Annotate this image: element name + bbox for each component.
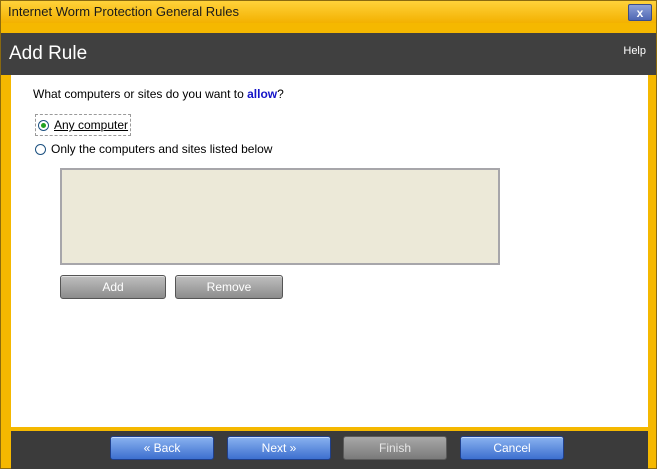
header-band: Add Rule Help <box>1 33 656 75</box>
computers-list-box[interactable] <box>60 168 500 265</box>
question-text: What computers or sites do you want to a… <box>33 87 284 101</box>
cancel-button[interactable]: Cancel <box>460 436 564 460</box>
radio-listed-computers-label[interactable]: Only the computers and sites listed belo… <box>51 142 272 156</box>
title-bar[interactable]: Internet Worm Protection General Rules x <box>1 1 656 23</box>
question-suffix: ? <box>277 87 284 101</box>
question-prefix: What computers or sites do you want to <box>33 87 248 101</box>
content-panel: What computers or sites do you want to a… <box>11 75 648 427</box>
back-button[interactable]: « Back <box>110 436 214 460</box>
remove-button[interactable]: Remove <box>175 275 283 299</box>
radio-listed-computers[interactable]: Only the computers and sites listed belo… <box>35 139 272 159</box>
radio-unselected-icon[interactable] <box>35 143 46 155</box>
radio-selected-icon[interactable] <box>38 119 49 131</box>
radio-any-computer[interactable]: Any computer <box>35 114 132 136</box>
window-title: Internet Worm Protection General Rules <box>8 4 239 19</box>
close-icon: x <box>636 6 644 20</box>
finish-button: Finish <box>343 436 447 460</box>
page-title: Add Rule <box>9 43 88 64</box>
next-button[interactable]: Next » <box>227 436 331 460</box>
help-link[interactable]: Help <box>623 45 646 57</box>
add-button[interactable]: Add <box>60 275 166 299</box>
question-emphasis: allow <box>247 87 278 101</box>
close-button[interactable]: x <box>628 4 652 21</box>
dialog-window: Internet Worm Protection General Rules x… <box>0 0 657 469</box>
footer-band: « Back Next » Finish Cancel <box>11 431 648 469</box>
radio-any-computer-label[interactable]: Any computer <box>54 118 128 132</box>
